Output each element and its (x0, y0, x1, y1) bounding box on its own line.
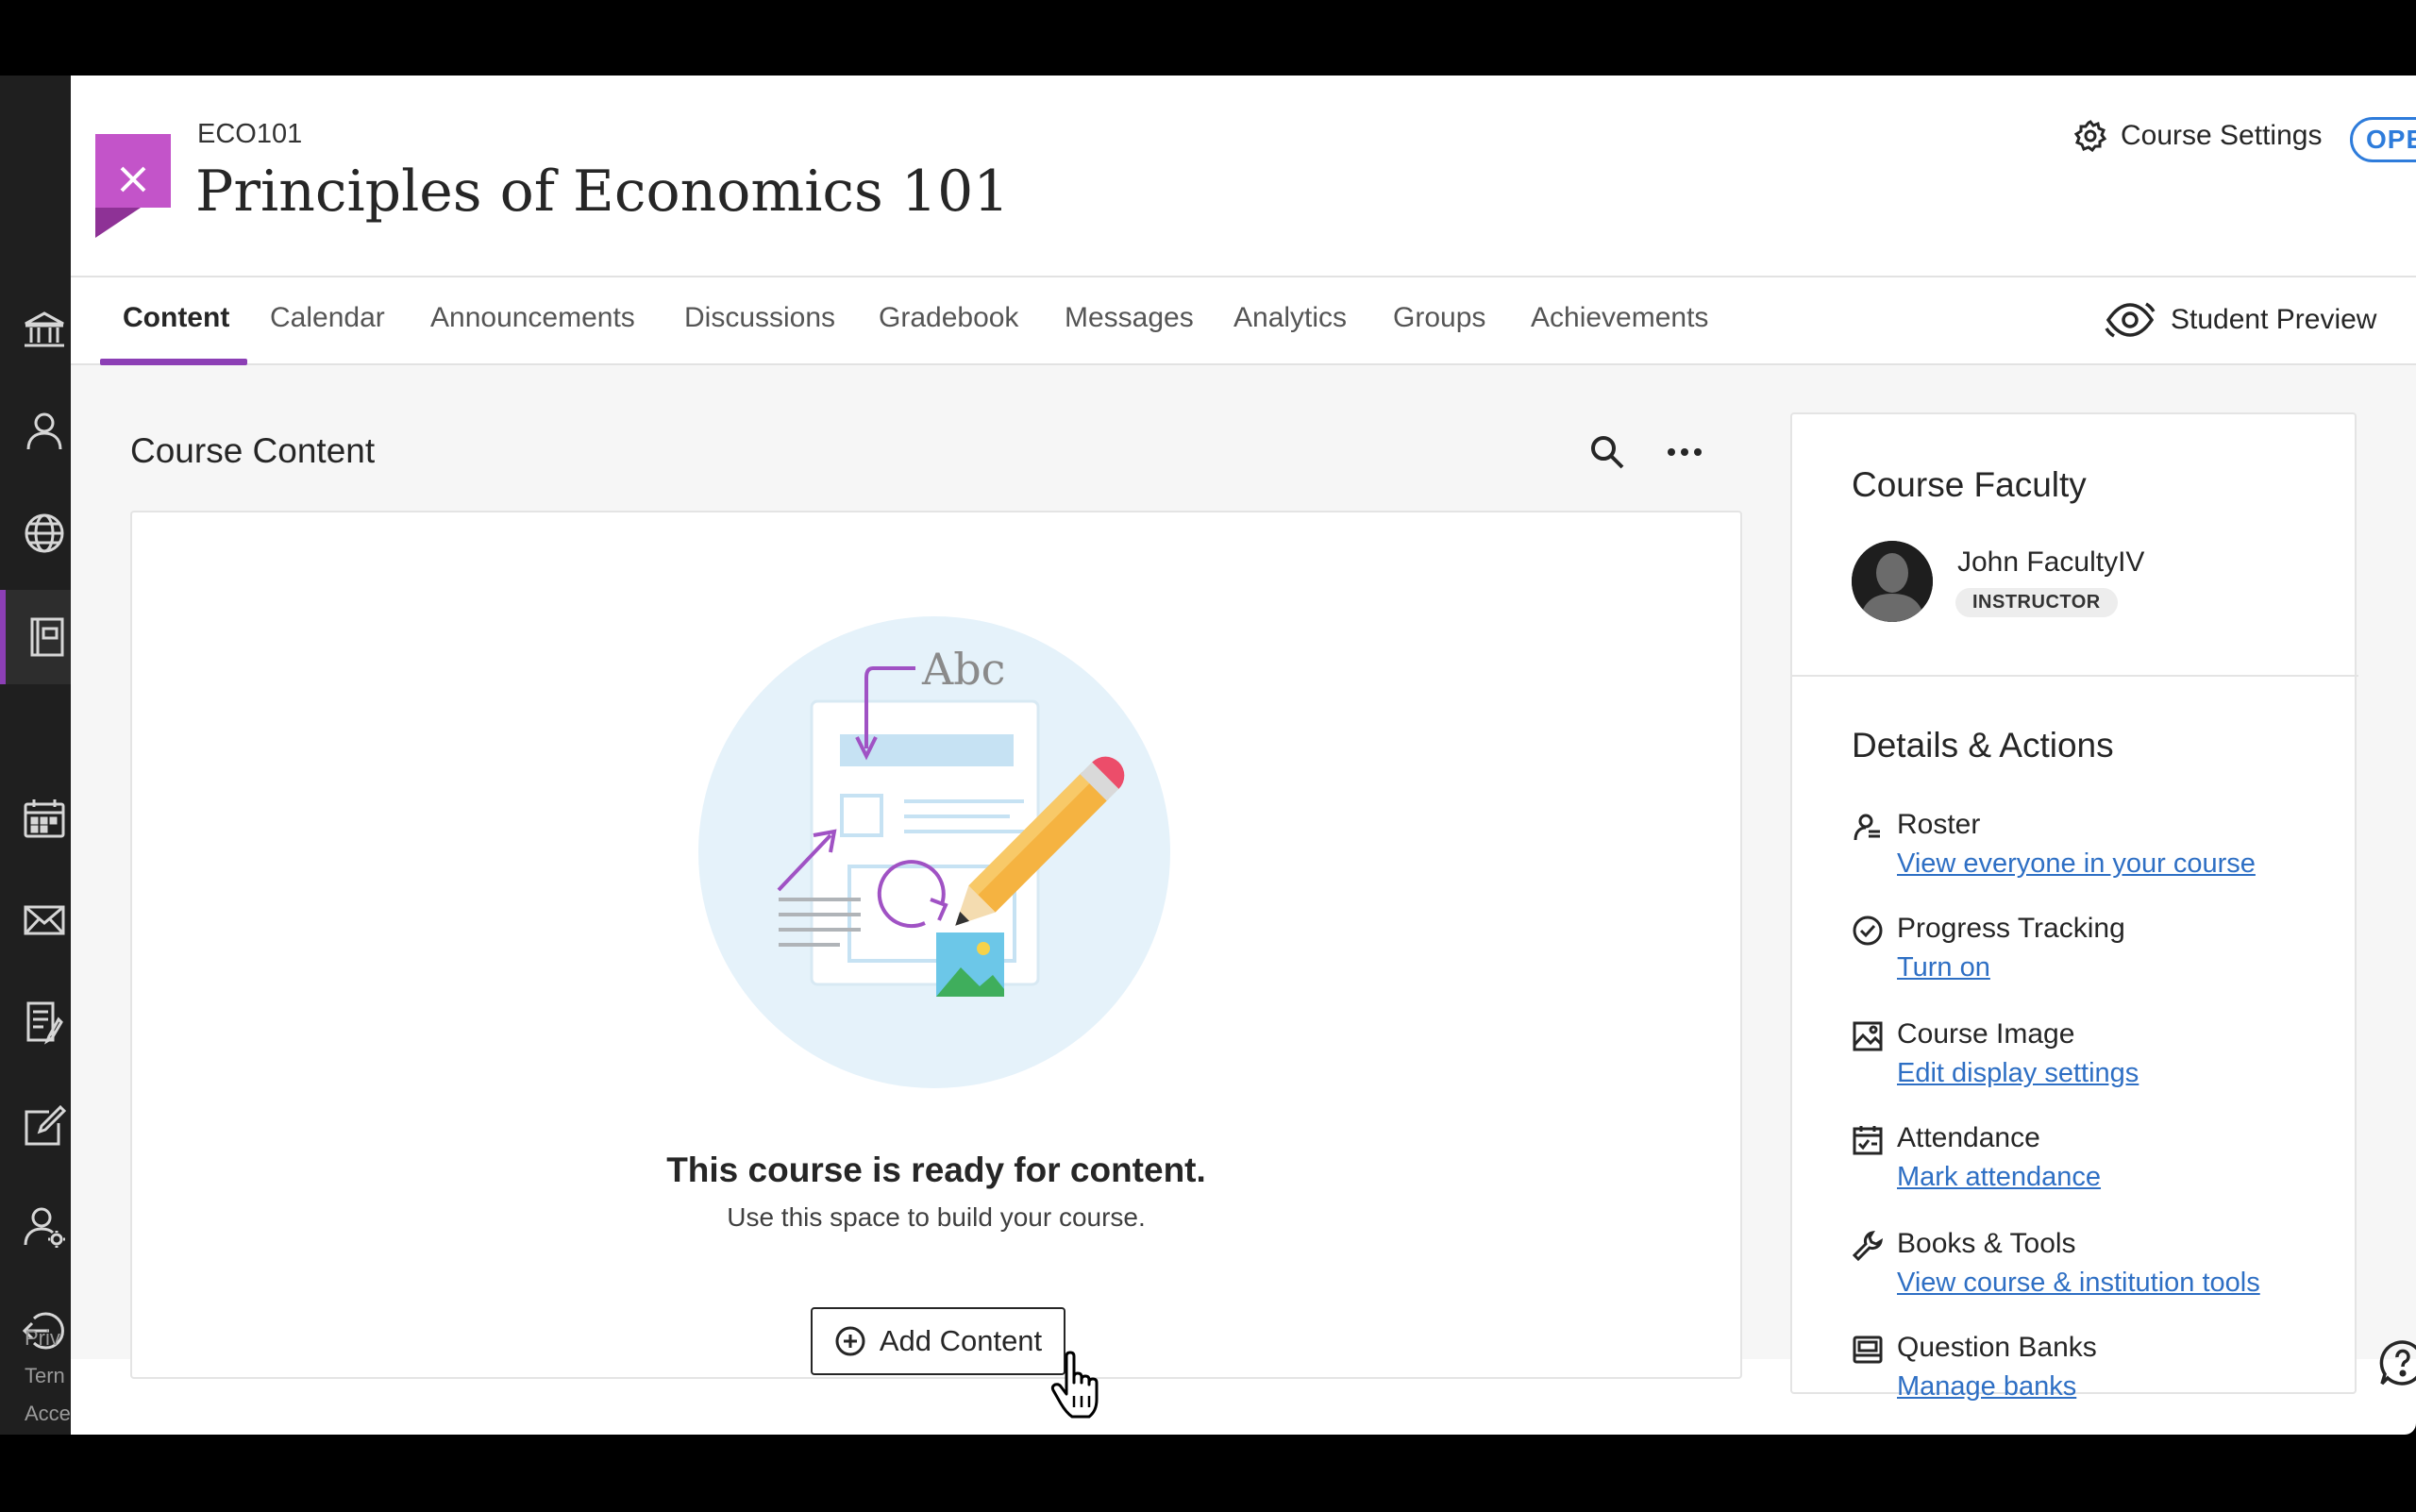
empty-content-illustration: Abc (698, 616, 1170, 1088)
hand-pointer-cursor-icon (1050, 1351, 1099, 1419)
footer-link-privacy[interactable]: Priv (25, 1326, 60, 1351)
course-code: ECO101 (197, 119, 303, 149)
tab-calendar[interactable]: Calendar (270, 302, 385, 334)
add-content-label: Add Content (879, 1324, 1043, 1357)
roster-icon (1854, 814, 1880, 841)
action-label: Roster (1897, 809, 1981, 840)
left-navigation: Priv Tern Acce (0, 76, 71, 1435)
more-options-icon[interactable] (1664, 433, 1705, 471)
question-bank-icon (1853, 1336, 1883, 1364)
plus-circle-icon (835, 1326, 865, 1356)
attendance-icon (1853, 1126, 1883, 1155)
faculty-role-badge: INSTRUCTOR (1955, 588, 2118, 617)
empty-state-title: This course is ready for content. (666, 1151, 1206, 1189)
action-label: Attendance (1897, 1122, 2040, 1153)
search-icon[interactable] (1588, 433, 1626, 471)
tab-achievements[interactable]: Achievements (1531, 302, 1708, 334)
course-content-card: Abc This course is ready for content. Us… (130, 511, 1742, 1419)
grades-icon[interactable] (21, 999, 68, 1046)
close-course-button[interactable] (95, 134, 171, 208)
user-icon[interactable] (21, 1203, 68, 1251)
illustration-abc-text: Abc (921, 644, 1005, 695)
course-sidebar-card: Course Faculty John FacultyIV INSTRUCTOR… (1790, 412, 2358, 1402)
add-content-button[interactable]: Add Content (811, 1307, 1065, 1375)
wrench-icon (1852, 1230, 1884, 1262)
footer-link-accessibility[interactable]: Acce (25, 1402, 71, 1426)
screen: Priv Tern Acce ECO101 Principles of Econ… (0, 0, 2416, 1512)
progress-check-icon (1853, 916, 1883, 946)
course-tabs: Content Calendar Announcements Discussio… (71, 276, 2416, 365)
help-icon[interactable] (2378, 1338, 2416, 1387)
divider (1792, 675, 2358, 677)
messages-icon[interactable] (21, 897, 68, 944)
action-label: Books & Tools (1897, 1228, 2076, 1259)
tab-content[interactable]: Content (123, 302, 229, 334)
student-preview-label: Student Preview (2171, 304, 2377, 335)
question-banks-link[interactable]: Manage banks (1897, 1371, 2076, 1403)
course-content-title: Course Content (130, 431, 376, 470)
course-settings-button[interactable]: Course Settings (2073, 119, 2322, 153)
student-preview-button[interactable]: Student Preview (2105, 298, 2376, 342)
course-status-badge[interactable]: OPEN (2350, 117, 2416, 162)
action-label: Question Banks (1897, 1332, 2097, 1363)
courses-icon[interactable] (21, 613, 68, 661)
content-area: Course Content Abc This course is ready … (71, 365, 2416, 1419)
tab-groups[interactable]: Groups (1393, 302, 1485, 334)
details-actions-title: Details & Actions (1852, 726, 2114, 764)
empty-state-subtitle: Use this space to build your course. (727, 1202, 1146, 1232)
course-image-link[interactable]: Edit display settings (1897, 1058, 2139, 1089)
action-label: Course Image (1897, 1018, 2075, 1050)
progress-tracking-link[interactable]: Turn on (1897, 952, 1990, 983)
attendance-link[interactable]: Mark attendance (1897, 1162, 2101, 1193)
globe-icon[interactable] (21, 510, 68, 557)
course-panel: ECO101 Principles of Economics 101 Cours… (71, 76, 2416, 1435)
faculty-name[interactable]: John FacultyIV (1957, 546, 2144, 579)
gear-icon (2073, 120, 2107, 153)
tools-icon[interactable] (21, 1102, 68, 1150)
profile-icon[interactable] (21, 408, 68, 455)
tab-discussions[interactable]: Discussions (684, 302, 835, 334)
tab-messages[interactable]: Messages (1065, 302, 1194, 334)
tab-announcements[interactable]: Announcements (430, 302, 635, 334)
roster-link[interactable]: View everyone in your course (1897, 848, 2256, 880)
course-settings-label: Course Settings (2121, 120, 2323, 151)
close-button-tail (95, 208, 141, 238)
image-icon (1853, 1021, 1883, 1051)
tab-gradebook[interactable]: Gradebook (879, 302, 1018, 334)
institution-icon[interactable] (21, 307, 68, 354)
calendar-icon[interactable] (21, 795, 68, 842)
books-tools-link[interactable]: View course & institution tools (1897, 1268, 2260, 1299)
course-title: Principles of Economics 101 (195, 159, 1010, 225)
tab-analytics[interactable]: Analytics (1233, 302, 1347, 334)
active-nav-indicator (0, 590, 6, 684)
action-label: Progress Tracking (1897, 913, 2125, 944)
active-tab-indicator (100, 359, 247, 365)
footer-link-terms[interactable]: Tern (25, 1364, 65, 1388)
avatar[interactable] (1852, 541, 1933, 622)
course-faculty-title: Course Faculty (1852, 465, 2087, 504)
close-icon (120, 166, 146, 193)
eye-preview-icon (2105, 302, 2156, 338)
